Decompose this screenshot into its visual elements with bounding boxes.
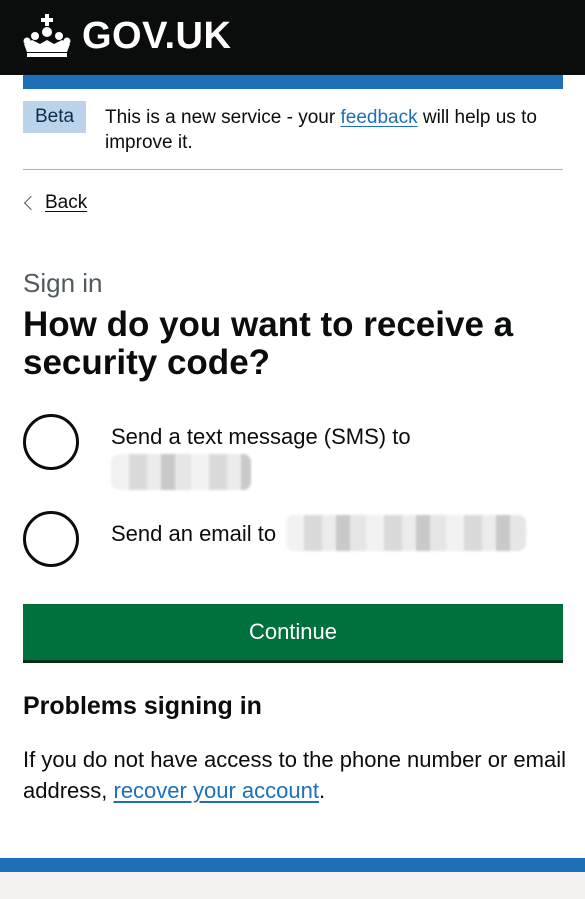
redacted-phone-number [111,454,251,490]
redacted-email-address [286,515,527,552]
feedback-link[interactable]: feedback [340,107,417,128]
phase-text: This is a new service - your feedback wi… [105,101,563,155]
problems-text-after: . [318,778,326,803]
page-title: How do you want to receive a security co… [23,305,514,382]
radio-label-email-text: Send an email to [111,521,277,546]
footer-blue-bar [0,858,585,872]
radio-label-sms[interactable]: Send a text message (SMS) to [111,414,411,490]
govuk-logo-link[interactable]: GOV.UK [22,12,231,60]
crown-icon [23,14,71,57]
problems-heading: Problems signing in [23,692,262,720]
phase-text-before: This is a new service - your [105,107,341,128]
radio-button-email[interactable] [23,511,79,567]
phase-tag: Beta [23,101,87,133]
radio-button-sms[interactable] [23,414,79,470]
site-footer [0,872,585,899]
site-header: GOV.UK [0,0,585,75]
problems-text: If you do not have access to the phone n… [23,744,568,806]
logo-text: GOV.UK [82,14,232,57]
radio-label-email[interactable]: Send an email to [111,511,527,552]
back-link[interactable]: Back [23,192,87,214]
back-link-label: Back [45,192,88,213]
radio-option-email[interactable]: Send an email to [23,511,527,567]
chevron-left-icon [23,195,39,211]
page-caption: Sign in [23,268,103,298]
continue-button[interactable]: Continue [23,604,563,660]
phase-banner: Beta This is a new service - your feedba… [23,101,563,170]
radio-label-sms-text: Send a text message (SMS) to [111,424,411,449]
radio-option-sms[interactable]: Send a text message (SMS) to [23,414,411,490]
recover-account-link[interactable]: recover your account [114,778,319,803]
header-blue-bar [23,75,563,89]
